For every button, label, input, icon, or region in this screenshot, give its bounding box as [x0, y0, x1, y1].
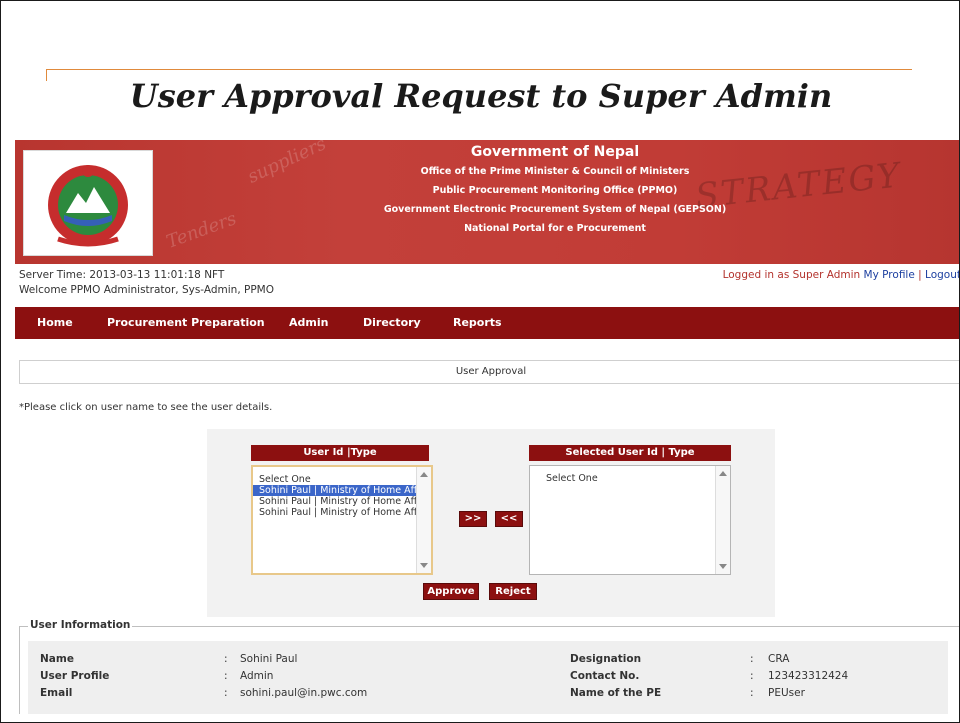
link-separator: | — [918, 269, 922, 281]
colon: : — [750, 653, 754, 665]
welcome-text: Welcome PPMO Administrator, Sys-Admin, P… — [19, 284, 274, 296]
logged-in-label: Logged in as Super Admin — [722, 269, 861, 281]
list-item[interactable]: Sohini Paul | Ministry of Home Affair — [253, 496, 431, 507]
banner-titles: Government of Nepal Office of the Prime … — [345, 144, 765, 242]
move-left-button[interactable]: << — [495, 511, 523, 527]
list-item-selected[interactable]: Sohini Paul | Ministry of Home Affair — [253, 485, 431, 496]
email-value: sohini.paul@in.pwc.com — [240, 687, 368, 699]
section-title: User Approval — [455, 366, 527, 377]
logout-link[interactable]: Logout — [925, 269, 959, 281]
name-label: Name — [40, 653, 74, 665]
nepal-emblem-logo — [23, 150, 153, 256]
scroll-down-icon[interactable] — [719, 564, 727, 569]
nav-admin[interactable]: Admin — [289, 316, 328, 329]
pe-name-label: Name of the PE — [570, 687, 662, 699]
banner-line: Office of the Prime Minister & Council o… — [420, 166, 690, 177]
user-information-legend: User Information — [28, 619, 133, 631]
name-value: Sohini Paul — [240, 653, 298, 665]
designation-value: CRA — [768, 653, 790, 665]
banner-line: National Portal for e Procurement — [464, 223, 646, 234]
banner-line: Public Procurement Monitoring Office (PP… — [432, 185, 678, 196]
nav-home[interactable]: Home — [37, 316, 73, 329]
list-item[interactable]: Select One — [530, 473, 730, 484]
login-info: Logged in as Super Admin My Profile | Lo… — [722, 269, 959, 281]
user-profile-value: Admin — [240, 670, 274, 682]
title-rule-horizontal — [46, 69, 912, 70]
banner-title: Government of Nepal — [470, 144, 640, 160]
contact-no-value: 123423312424 — [768, 670, 849, 682]
list-item[interactable]: Select One — [253, 474, 431, 485]
nav-procurement-preparation[interactable]: Procurement Preparation — [107, 316, 265, 329]
move-right-button[interactable]: >> — [459, 511, 487, 527]
slide-bottom-edge — [1, 714, 959, 722]
banner-line: Government Electronic Procurement System… — [383, 204, 727, 215]
user-approval-panel: User Id |Type Select One Sohini Paul | M… — [207, 429, 775, 617]
slide-title: User Approval Request to Super Admin — [129, 77, 833, 115]
colon: : — [224, 653, 228, 665]
colon: : — [224, 670, 228, 682]
email-label: Email — [40, 687, 73, 699]
server-time: Server Time: 2013-03-13 11:01:18 NFT — [19, 269, 225, 281]
selected-list-scrollbar[interactable] — [715, 466, 730, 574]
main-nav: Home Procurement Preparation Admin Direc… — [15, 307, 959, 339]
approve-button[interactable]: Approve — [423, 583, 479, 600]
banner-watermark: suppliers — [244, 140, 330, 188]
list-item[interactable]: Sohini Paul | Ministry of Home Affair — [253, 507, 431, 518]
portal-banner: suppliers Tenders STRATEGY Government of… — [15, 140, 959, 264]
colon: : — [750, 687, 754, 699]
scroll-up-icon[interactable] — [420, 472, 428, 477]
nav-directory[interactable]: Directory — [363, 316, 421, 329]
user-list[interactable]: Select One Sohini Paul | Ministry of Hom… — [251, 465, 433, 575]
my-profile-link[interactable]: My Profile — [864, 269, 915, 281]
instruction-note: *Please click on user name to see the us… — [19, 402, 273, 413]
banner-watermark: Tenders — [163, 208, 240, 253]
scroll-up-icon[interactable] — [719, 471, 727, 476]
user-list-header: User Id |Type — [251, 445, 429, 461]
selected-list-header: Selected User Id | Type — [529, 445, 731, 461]
slide: User Approval Request to Super Admin sup… — [0, 0, 960, 723]
selected-user-list[interactable]: Select One — [529, 465, 731, 575]
nav-reports[interactable]: Reports — [453, 316, 502, 329]
user-information-grid: Name : Sohini Paul User Profile : Admin … — [28, 641, 948, 722]
user-list-scrollbar[interactable] — [416, 467, 431, 573]
contact-no-label: Contact No. — [570, 670, 640, 682]
user-profile-label: User Profile — [40, 670, 110, 682]
reject-button[interactable]: Reject — [489, 583, 537, 600]
colon: : — [750, 670, 754, 682]
pe-name-value: PEUser — [768, 687, 805, 699]
user-information-fieldset: User Information Name : Sohini Paul User… — [19, 619, 959, 722]
emblem-icon — [48, 165, 128, 247]
section-title-bar: User Approval — [19, 360, 959, 384]
designation-label: Designation — [570, 653, 642, 665]
colon: : — [224, 687, 228, 699]
scroll-down-icon[interactable] — [420, 563, 428, 568]
